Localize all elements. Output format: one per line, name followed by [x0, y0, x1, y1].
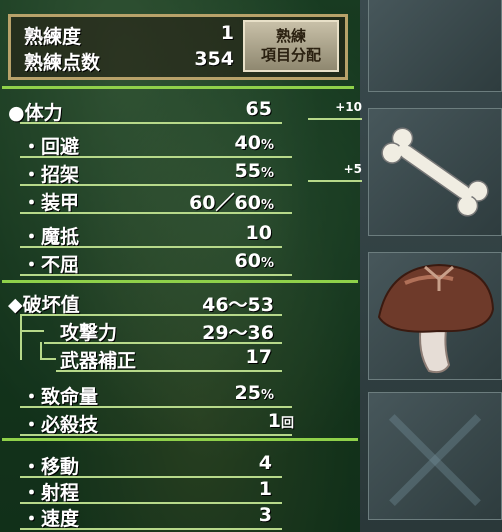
parry-value-number: 55 — [234, 160, 261, 182]
range-label: ・射程 — [22, 478, 79, 505]
underline — [20, 184, 292, 186]
bullet: ・ — [22, 508, 42, 530]
parry-value: 55% — [180, 160, 274, 182]
bullet: ・ — [22, 456, 42, 478]
speed-label: ・速度 — [22, 504, 79, 531]
tenacity-value: 60% — [180, 250, 274, 272]
crit-value: 25% — [180, 382, 274, 404]
proficiency-level-label: 熟練度 — [24, 26, 82, 48]
tenacity-value-number: 60 — [234, 250, 261, 272]
tenacity-label: ・不屈 — [22, 250, 79, 277]
empty-x-icon — [381, 405, 489, 507]
special-label-text: 必殺技 — [41, 414, 99, 436]
armor-label: ・装甲 — [22, 188, 79, 215]
speed-value: 3 — [258, 504, 272, 526]
special-unit: 回 — [280, 416, 294, 431]
armor-value-number: 60／60 — [189, 192, 261, 214]
hp-bonus: +10 — [308, 100, 362, 120]
divider — [2, 86, 354, 89]
magic-resist-label: ・魔抵 — [22, 222, 79, 249]
special-label: ・必殺技 — [22, 410, 98, 437]
bullet: ・ — [22, 414, 42, 436]
underline — [20, 314, 282, 316]
bone-icon — [381, 127, 489, 217]
underline — [20, 246, 282, 248]
underline — [56, 370, 282, 372]
equipment-slot-3[interactable] — [368, 252, 502, 380]
proficiency-points-value: 354 — [194, 48, 234, 70]
weapon-bonus-label: 武器補正 — [60, 350, 137, 372]
tree-branch — [20, 330, 44, 332]
crit-label-text: 致命量 — [41, 386, 99, 408]
magic-resist-label-text: 魔抵 — [41, 226, 80, 248]
move-value: 4 — [258, 452, 272, 474]
armor-value: 60／60% — [150, 188, 274, 215]
equipment-slot-1[interactable] — [368, 0, 502, 92]
bullet: ・ — [22, 192, 42, 214]
evasion-value-number: 40 — [234, 132, 261, 154]
divider — [2, 438, 358, 441]
range-label-text: 射程 — [41, 482, 80, 504]
underline — [20, 122, 282, 124]
parry-bonus: +5 — [308, 162, 362, 182]
underline — [44, 342, 282, 344]
mushroom-icon — [377, 263, 495, 374]
special-value: 1回 — [220, 410, 294, 432]
speed-label-text: 速度 — [41, 508, 80, 530]
parry-unit: % — [260, 166, 274, 181]
evasion-label-text: 回避 — [41, 136, 80, 158]
crit-value-number: 25 — [234, 382, 261, 404]
crit-unit: % — [260, 388, 274, 403]
evasion-label: ・回避 — [22, 132, 79, 159]
bullet: ・ — [22, 386, 42, 408]
attack-label: 攻撃力 — [60, 322, 118, 344]
range-value: 1 — [258, 478, 272, 500]
underline — [20, 156, 292, 158]
divider — [2, 280, 358, 283]
proficiency-level-value: 1 — [220, 22, 234, 44]
destruction-label: ◆破坏值 — [8, 294, 80, 316]
bullet: ・ — [22, 226, 42, 248]
bullet: ・ — [22, 254, 42, 276]
bullet: ・ — [22, 482, 42, 504]
tenacity-label-text: 不屈 — [41, 254, 80, 276]
equipment-slot-4[interactable] — [368, 392, 502, 520]
underline — [20, 274, 292, 276]
hp-value: 65 — [245, 98, 272, 120]
armor-unit: % — [260, 198, 274, 213]
equipment-slot-2[interactable] — [368, 108, 502, 236]
tree-line — [20, 314, 22, 360]
parry-label: ・招架 — [22, 160, 79, 187]
armor-label-text: 装甲 — [41, 192, 80, 214]
underline — [20, 406, 292, 408]
bullet: ・ — [22, 164, 42, 186]
underline — [20, 212, 292, 214]
tenacity-unit: % — [260, 256, 274, 271]
attack-value: 29〜36 — [202, 322, 274, 344]
evasion-value: 40% — [180, 132, 274, 154]
bullet: ・ — [22, 136, 42, 158]
move-label-text: 移動 — [41, 456, 80, 478]
crit-label: ・致命量 — [22, 382, 98, 409]
magic-resist-value: 10 — [245, 222, 272, 244]
hp-label: ●体力 — [8, 102, 63, 124]
parry-label-text: 招架 — [41, 164, 80, 186]
tree-branch — [40, 358, 56, 360]
weapon-bonus-value: 17 — [245, 346, 272, 368]
allocate-proficiency-button[interactable]: 熟練 項目分配 — [243, 20, 339, 72]
special-value-number: 1 — [267, 410, 281, 432]
underline — [20, 528, 282, 530]
move-label: ・移動 — [22, 452, 79, 479]
underline — [20, 434, 292, 436]
destruction-value: 46〜53 — [202, 294, 274, 316]
evasion-unit: % — [260, 138, 274, 153]
proficiency-points-label: 熟練点数 — [24, 52, 101, 74]
